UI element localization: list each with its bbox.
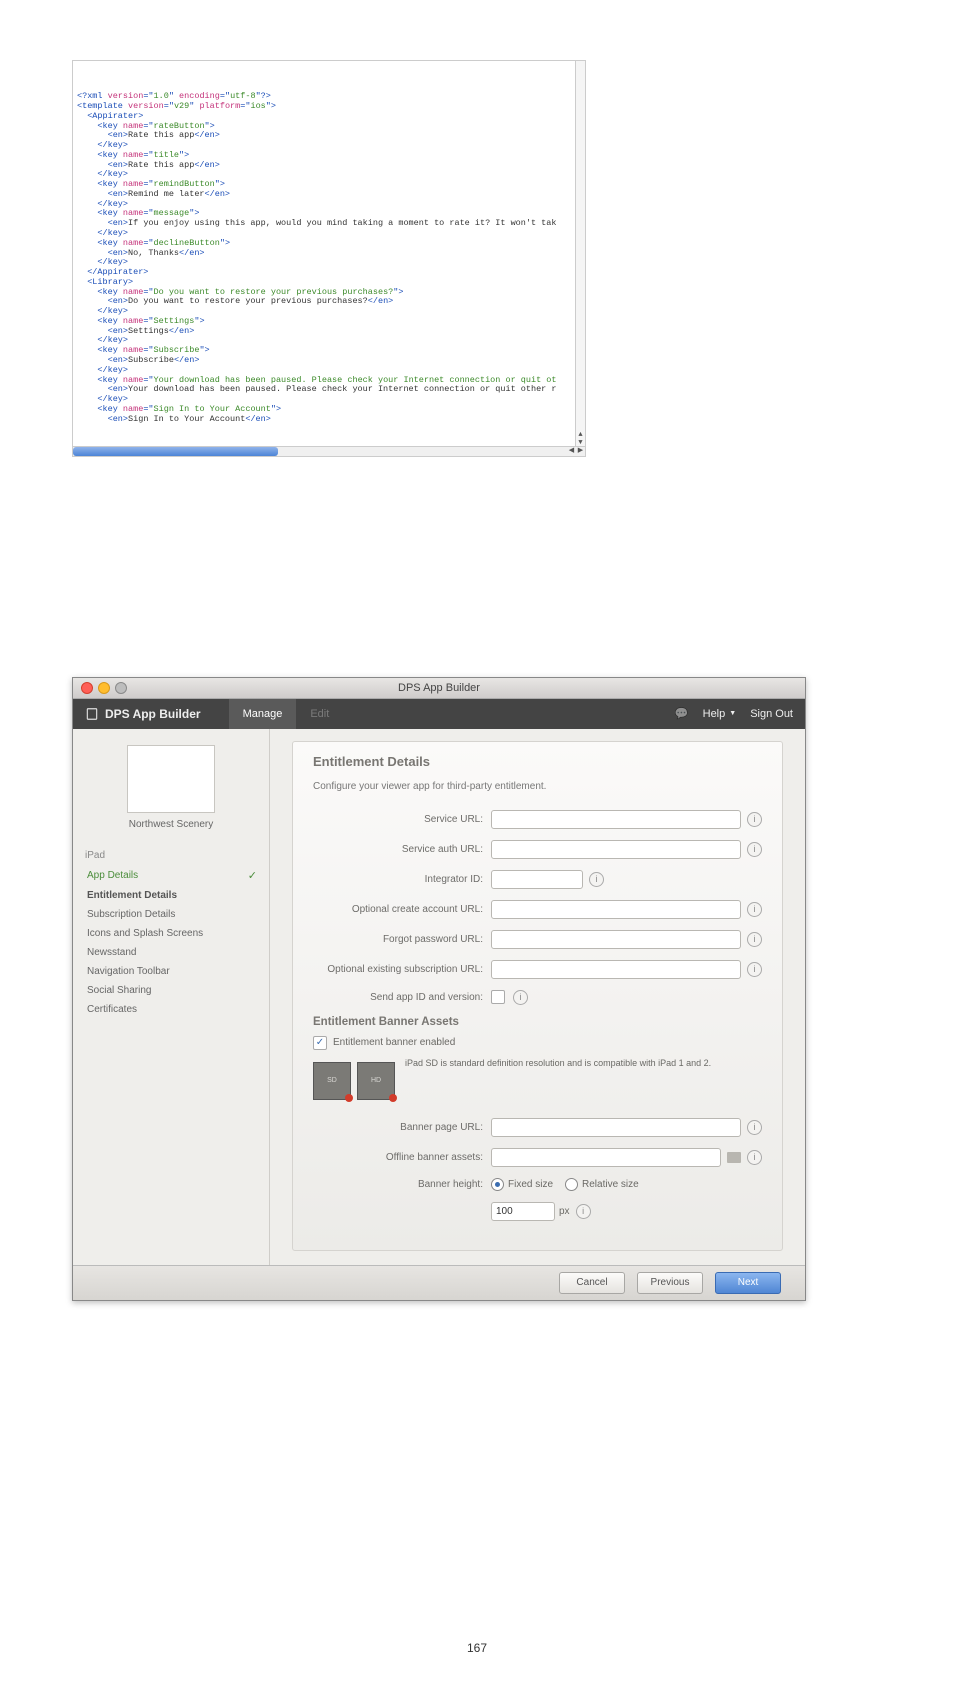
next-button[interactable]: Next <box>715 1272 781 1294</box>
label-send-app-id: Send app ID and version: <box>313 992 491 1003</box>
input-create-account-url[interactable] <box>491 900 741 919</box>
folder-icon[interactable] <box>727 1152 741 1163</box>
brand-label: DPS App Builder <box>105 707 201 721</box>
panel-heading: Entitlement Details <box>313 754 762 769</box>
sidebar-item-icons-and-splash-screens[interactable]: Icons and Splash Screens <box>73 924 269 943</box>
label-fixed: Fixed size <box>508 1179 553 1190</box>
banner-assets-heading: Entitlement Banner Assets <box>313 1016 762 1028</box>
app-logo-icon <box>85 707 99 721</box>
input-banner-height-value[interactable]: 100 <box>491 1202 555 1221</box>
speech-bubble-icon: 💬 <box>675 707 689 720</box>
window-footer: Cancel Previous Next <box>73 1265 805 1300</box>
brand: DPS App Builder <box>85 707 201 721</box>
input-service-auth-url[interactable] <box>491 840 741 859</box>
asset-tile-hd[interactable]: HD <box>357 1062 395 1100</box>
info-icon[interactable]: i <box>747 842 762 857</box>
sidebar-item-navigation-toolbar[interactable]: Navigation Toolbar <box>73 962 269 981</box>
label-banner-page-url: Banner page URL: <box>313 1122 491 1133</box>
info-icon[interactable]: i <box>513 990 528 1005</box>
previous-button[interactable]: Previous <box>637 1272 703 1294</box>
cancel-button[interactable]: Cancel <box>559 1272 625 1294</box>
entitlement-details-panel: Entitlement Details Configure your viewe… <box>292 741 783 1251</box>
tab-manage[interactable]: Manage <box>229 699 297 729</box>
asset-note: iPad SD is standard definition resolutio… <box>405 1058 711 1068</box>
radio-relative-size[interactable] <box>565 1178 578 1191</box>
label-forgot-password-url: Forgot password URL: <box>313 934 491 945</box>
radio-fixed-size[interactable] <box>491 1178 504 1191</box>
sidebar: Northwest Scenery iPad App Details✓Entit… <box>73 729 270 1265</box>
warning-dot-icon <box>389 1094 397 1102</box>
sidebar-item-certificates[interactable]: Certificates <box>73 1000 269 1019</box>
sidebar-section-ipad: iPad <box>85 850 269 861</box>
label-banner-height: Banner height: <box>313 1179 491 1190</box>
input-service-url[interactable] <box>491 810 741 829</box>
help-label: Help <box>703 708 726 720</box>
info-icon[interactable]: i <box>747 812 762 827</box>
chevron-down-icon: ▼ <box>729 710 736 717</box>
input-integrator-id[interactable] <box>491 870 583 889</box>
dps-app-builder-window: DPS App Builder DPS App Builder Manage E… <box>72 677 806 1301</box>
xml-code-viewer: <?xml version="1.0" encoding="utf-8"?> <… <box>72 60 586 457</box>
warning-dot-icon <box>345 1094 353 1102</box>
label-create-account-url: Optional create account URL: <box>313 904 491 915</box>
checkbox-banner-enabled[interactable]: ✓ <box>313 1036 327 1050</box>
vertical-scrollbar[interactable]: ▲▼ <box>575 61 585 447</box>
check-icon: ✓ <box>248 869 257 882</box>
checkbox-send-app-id[interactable] <box>491 990 505 1004</box>
label-existing-sub-url: Optional existing subscription URL: <box>313 964 491 975</box>
sidebar-item-app-details[interactable]: App Details✓ <box>73 865 269 886</box>
unit-px: px <box>559 1206 570 1217</box>
help-menu[interactable]: Help ▼ <box>703 708 737 720</box>
label-service-url: Service URL: <box>313 814 491 825</box>
sidebar-item-subscription-details[interactable]: Subscription Details <box>73 905 269 924</box>
input-banner-page-url[interactable] <box>491 1118 741 1137</box>
info-icon[interactable]: i <box>747 1120 762 1135</box>
info-icon[interactable]: i <box>747 1150 762 1165</box>
window-titlebar: DPS App Builder <box>73 678 805 699</box>
info-icon[interactable]: i <box>589 872 604 887</box>
sidebar-item-newsstand[interactable]: Newsstand <box>73 943 269 962</box>
info-icon[interactable]: i <box>747 902 762 917</box>
page-number: 167 <box>0 1641 954 1655</box>
scrollbar-thumb[interactable] <box>73 447 278 456</box>
input-existing-sub-url[interactable] <box>491 960 741 979</box>
tab-edit[interactable]: Edit <box>296 699 343 729</box>
sidebar-item-social-sharing[interactable]: Social Sharing <box>73 981 269 1000</box>
input-forgot-password-url[interactable] <box>491 930 741 949</box>
window-title: DPS App Builder <box>73 682 805 694</box>
label-banner-enabled: Entitlement banner enabled <box>333 1037 455 1048</box>
horizontal-scrollbar[interactable]: ◀▶ <box>73 446 585 456</box>
label-service-auth-url: Service auth URL: <box>313 844 491 855</box>
app-thumbnail[interactable] <box>127 745 215 813</box>
info-icon[interactable]: i <box>747 932 762 947</box>
app-toolbar: DPS App Builder Manage Edit 💬 Help ▼ Sig… <box>73 699 805 729</box>
input-offline-assets[interactable] <box>491 1148 721 1167</box>
info-icon[interactable]: i <box>576 1204 591 1219</box>
label-relative: Relative size <box>582 1179 639 1190</box>
thumbnail-caption: Northwest Scenery <box>73 819 269 830</box>
sign-out-link[interactable]: Sign Out <box>750 708 793 720</box>
label-integrator-id: Integrator ID: <box>313 874 491 885</box>
label-offline-assets: Offline banner assets: <box>313 1152 491 1163</box>
info-icon[interactable]: i <box>747 962 762 977</box>
sidebar-item-entitlement-details[interactable]: Entitlement Details <box>73 886 269 905</box>
asset-tile-sd[interactable]: SD <box>313 1062 351 1100</box>
panel-subtext: Configure your viewer app for third-part… <box>313 781 762 792</box>
